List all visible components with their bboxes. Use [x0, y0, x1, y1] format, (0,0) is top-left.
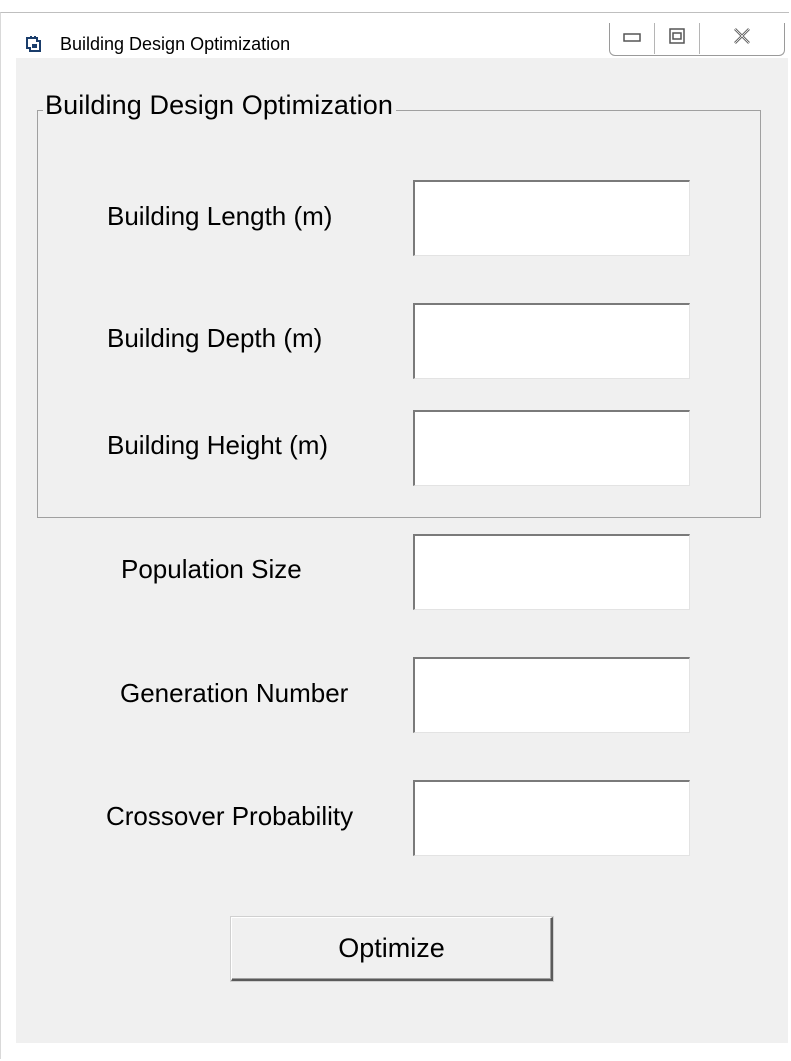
building-length-label: Building Length (m) — [107, 201, 333, 231]
crossover-probability-field[interactable] — [413, 780, 690, 856]
close-icon — [733, 28, 751, 49]
generation-number-label: Generation Number — [120, 678, 349, 708]
population-size-field[interactable] — [413, 534, 690, 610]
groupbox-title: Building Design Optimization — [43, 90, 396, 121]
building-height-label: Building Height (m) — [107, 430, 329, 460]
maximize-icon — [669, 28, 685, 49]
app-window-icon — [25, 35, 43, 53]
window-title: Building Design Optimization — [60, 34, 291, 54]
caption-buttons — [609, 23, 785, 56]
crossover-probability-label: Crossover Probability — [106, 801, 354, 831]
maximize-button[interactable] — [655, 23, 700, 54]
optimize-button[interactable]: Optimize — [231, 917, 553, 981]
building-depth-label: Building Depth (m) — [107, 323, 323, 353]
population-size-label: Population Size — [121, 554, 302, 584]
minimize-icon — [623, 30, 641, 48]
building-length-field[interactable] — [413, 180, 690, 256]
building-height-field[interactable] — [413, 410, 690, 486]
close-button[interactable] — [700, 23, 784, 54]
generation-number-field[interactable] — [413, 657, 690, 733]
minimize-button[interactable] — [610, 23, 655, 54]
building-depth-field[interactable] — [413, 303, 690, 379]
